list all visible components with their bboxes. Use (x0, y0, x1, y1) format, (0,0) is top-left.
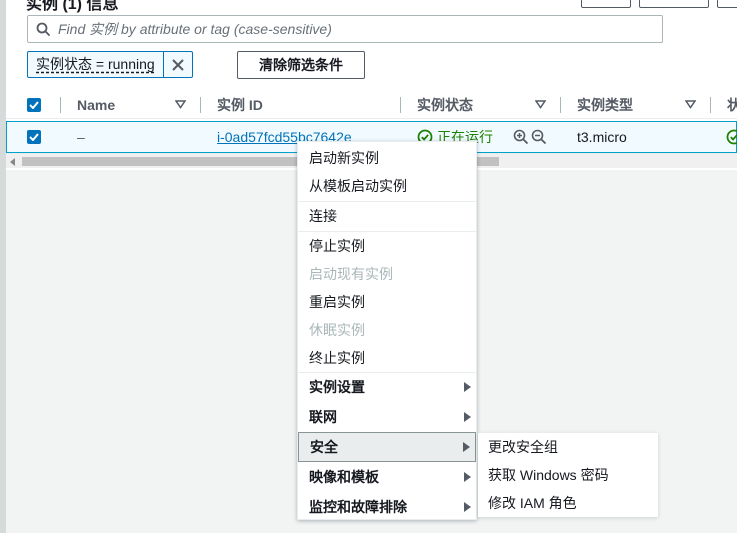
search-bar[interactable] (27, 15, 663, 43)
instance-context-menu: 启动新实例 从模板启动实例 连接 停止实例 启动现有实例 重启实例 休眠实例 终… (297, 141, 477, 520)
column-header-instance-type[interactable]: 实例类型 (577, 91, 633, 119)
submenu-arrow-icon (464, 382, 471, 392)
menu-item-launch-from-template[interactable]: 从模板启动实例 (298, 172, 476, 200)
scroll-left-icon[interactable] (10, 158, 15, 166)
menu-item-start-instance: 启动现有实例 (309, 266, 393, 282)
clear-filters-button[interactable]: 清除筛选条件 (237, 51, 365, 79)
submenu-item-modify-iam-role[interactable]: 修改 IAM 角色 (478, 489, 658, 517)
instance-type: t3.micro (577, 129, 627, 145)
sort-caret-icon[interactable] (175, 99, 186, 109)
menu-item-hibernate-instance: 休眠实例 (309, 322, 365, 338)
menu-item-terminate-instance[interactable]: 终止实例 (298, 344, 476, 372)
submenu-arrow-icon (464, 472, 471, 482)
column-header-status-check[interactable]: 状 (727, 91, 737, 119)
zoom-in-icon[interactable] (513, 129, 529, 145)
column-header-instance-id[interactable]: 实例 ID (217, 91, 263, 119)
remove-filter-button[interactable] (162, 52, 192, 77)
zoom-out-icon[interactable] (531, 129, 547, 145)
column-header-instance-state[interactable]: 实例状态 (417, 91, 473, 119)
menu-item-connect[interactable]: 连接 (298, 202, 476, 230)
search-input[interactable] (58, 21, 648, 37)
left-border (0, 0, 6, 533)
page-title: 实例 (1) 信息 (26, 0, 119, 13)
column-header-name[interactable]: Name (77, 91, 115, 119)
table-header: Name 实例 ID 实例状态 实例类型 状 (6, 91, 737, 119)
actions-button[interactable] (717, 0, 737, 8)
menu-item-security[interactable]: 安全 (298, 432, 476, 462)
menu-item-monitor-and-troubleshoot[interactable]: 监控和故障排除 (298, 492, 476, 522)
submenu-arrow-icon (464, 502, 471, 512)
menu-item-images-and-templates[interactable]: 映像和模板 (298, 462, 476, 492)
submenu-arrow-icon (464, 412, 471, 422)
sort-caret-icon[interactable] (535, 99, 546, 109)
submenu-item-change-security-groups[interactable]: 更改安全组 (478, 433, 658, 461)
security-submenu: 更改安全组 获取 Windows 密码 修改 IAM 角色 (478, 433, 658, 517)
menu-item-stop-instance[interactable]: 停止实例 (298, 232, 476, 260)
menu-item-instance-settings[interactable]: 实例设置 (298, 372, 476, 402)
select-all-checkbox[interactable] (27, 91, 41, 119)
check-circle-icon (726, 129, 737, 145)
instance-name: – (77, 129, 85, 145)
connect-button[interactable] (639, 0, 709, 8)
submenu-arrow-icon (463, 442, 470, 452)
search-icon (28, 22, 58, 36)
row-checkbox[interactable] (27, 122, 41, 152)
menu-item-reboot-instance[interactable]: 重启实例 (298, 288, 476, 316)
submenu-item-get-windows-password[interactable]: 获取 Windows 密码 (478, 461, 658, 489)
filter-token-label[interactable]: 实例状态 = running (28, 52, 163, 77)
filter-token[interactable]: 实例状态 = running (27, 51, 193, 78)
sort-caret-icon[interactable] (685, 99, 696, 109)
menu-item-networking[interactable]: 联网 (298, 402, 476, 432)
close-icon (171, 58, 184, 71)
refresh-button[interactable] (581, 0, 631, 8)
menu-item-launch-new-instance[interactable]: 启动新实例 (298, 144, 476, 172)
